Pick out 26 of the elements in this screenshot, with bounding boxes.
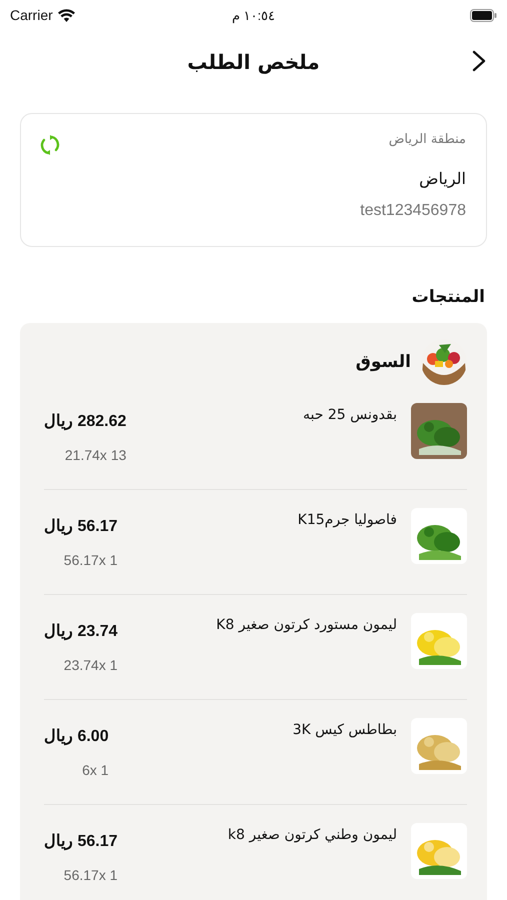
product-quantity: 6x 1 xyxy=(81,762,109,778)
product-quantity: 21.74x 13 xyxy=(64,447,126,463)
city-label: الرياض xyxy=(418,168,466,190)
battery-icon xyxy=(470,8,497,22)
product-quantity: 23.74x 1 xyxy=(62,657,118,673)
page-title: ملخص الطلب xyxy=(187,50,320,74)
carrier-label: Carrier xyxy=(10,7,53,23)
product-total: 282.62 ريال xyxy=(44,412,126,431)
back-chevron-icon[interactable] xyxy=(472,50,486,72)
address-note: test123456978 xyxy=(360,202,466,220)
product-total: 23.74 ريال xyxy=(44,622,118,641)
product-name: ليمون وطني كرتون صغير k8 xyxy=(226,827,397,843)
clock-time: ١٠:٥٤ م xyxy=(232,8,276,22)
product-total: 6.00 ريال xyxy=(44,727,109,746)
wifi-icon xyxy=(58,8,75,22)
product-name: ليمون مستورد كرتون صغير K8 xyxy=(215,617,397,633)
section-heading: المنتجات xyxy=(410,287,485,309)
product-name: فاصوليا جرمK15 xyxy=(296,512,397,528)
product-total: 56.17 ريال xyxy=(44,832,118,851)
region-label: منطقة الرياض xyxy=(388,132,466,149)
product-quantity: 56.17x 1 xyxy=(62,867,118,883)
store-name: السوق xyxy=(356,352,411,372)
product-name: بقدونس 25 حبه xyxy=(302,407,397,423)
product-total: 56.17 ريال xyxy=(44,517,118,536)
product-quantity: 56.17x 1 xyxy=(62,552,118,568)
product-name: بطاطس كيس 3K xyxy=(292,722,397,738)
